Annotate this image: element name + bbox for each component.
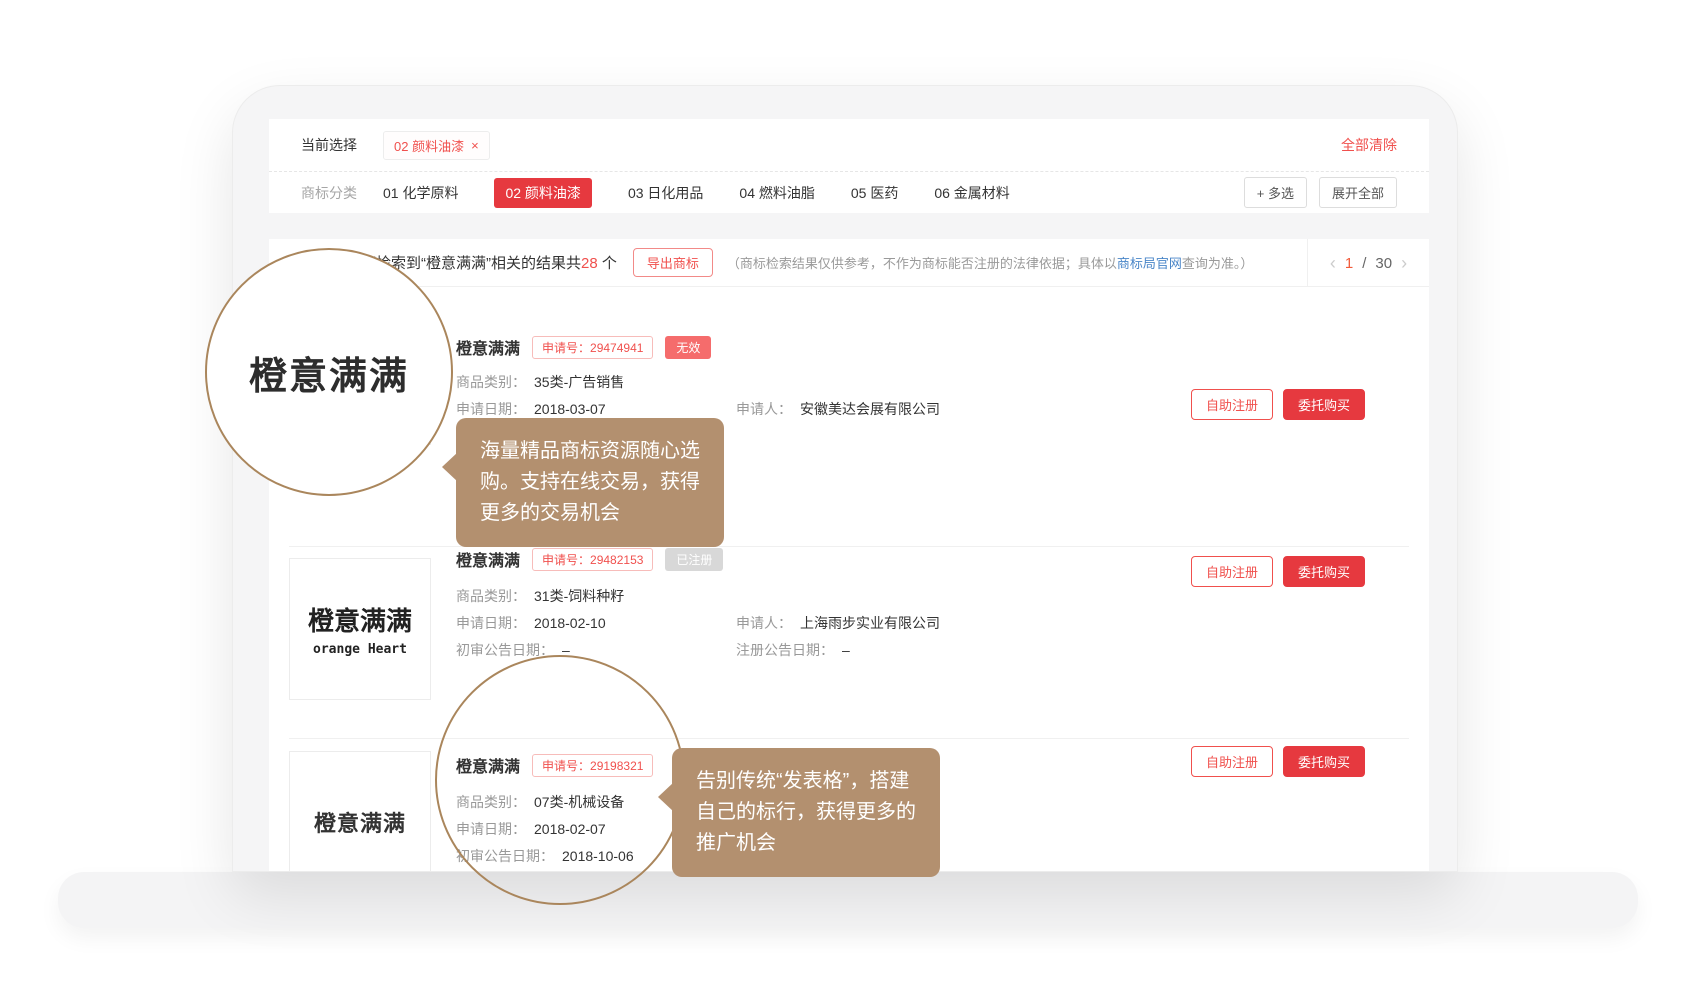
entrust-buy-button[interactable]: 委托购买 xyxy=(1283,746,1365,777)
clear-all-link[interactable]: 全部清除 xyxy=(1341,135,1397,155)
bubble-line: 自己的标行，获得更多的 xyxy=(696,797,916,828)
category-line: 商品类别：35类-广告销售 xyxy=(456,372,624,392)
summary-count: 28 xyxy=(581,255,598,272)
page-total: 30 xyxy=(1375,255,1392,272)
category-item-05[interactable]: 05 医药 xyxy=(851,183,898,203)
row-actions: 自助注册 委托购买 xyxy=(1191,746,1365,777)
trademark-image: 橙意满满 orange Heart xyxy=(289,558,431,700)
trademark-name: 橙意满满 xyxy=(456,547,520,571)
page-separator: / xyxy=(1362,255,1366,272)
status-badge: 已注册 xyxy=(665,548,723,571)
status-badge: 无效 xyxy=(665,336,711,359)
page-current: 1 xyxy=(1345,255,1353,272)
disclaimer-text-1: （商标检索结果仅供参考，不作为商标能否注册的法律依据；具体以 xyxy=(727,256,1117,271)
category-list: 01 化学原料 02 颜料油漆 03 日化用品 04 燃料油脂 05 医药 06… xyxy=(383,178,1010,208)
bubble-line: 海量精品商标资源随心选 xyxy=(480,436,700,467)
results-header: 当前分类下检索到“橙意满满”相关的结果共28 个 导出商标 （商标检索结果仅供参… xyxy=(269,239,1429,287)
filter-panel: 当前选择 02 颜料油漆 × 全部清除 商标分类 01 化学原料 02 颜料油漆… xyxy=(269,119,1429,213)
magnified-trademark-text: 橙意满满 xyxy=(249,345,409,400)
trademark-image-subtext: orange Heart xyxy=(313,642,407,657)
entrust-buy-button[interactable]: 委托购买 xyxy=(1283,389,1365,420)
page: 当前选择 02 颜料油漆 × 全部清除 商标分类 01 化学原料 02 颜料油漆… xyxy=(0,0,1696,1002)
trademark-image-text: 橙意满满 xyxy=(314,806,406,838)
trademark-image: 橙意满满 xyxy=(289,751,431,872)
row-details: 橙意满满 申请号：29474941 无效 商品类别：35类-广告销售 申请日期：… xyxy=(456,335,711,359)
export-trademark-button[interactable]: 导出商标 xyxy=(633,248,713,277)
category-row: 商标分类 01 化学原料 02 颜料油漆 03 日化用品 04 燃料油脂 05 … xyxy=(269,171,1429,213)
application-no-badge: 申请号：29482153 xyxy=(532,548,653,571)
page-next-icon[interactable]: › xyxy=(1401,253,1407,274)
bubble-tail-icon xyxy=(442,452,458,482)
category-item-02-active[interactable]: 02 颜料油漆 xyxy=(494,178,591,208)
application-no-badge: 申请号：29474941 xyxy=(532,336,653,359)
bubble-line: 告别传统“发表格”，搭建 xyxy=(696,766,916,797)
selected-filter-tag-label: 02 颜料油漆 xyxy=(394,136,464,155)
category-item-03[interactable]: 03 日化用品 xyxy=(628,183,703,203)
expand-all-button[interactable]: 展开全部 xyxy=(1319,177,1397,208)
results-disclaimer: （商标检索结果仅供参考，不作为商标能否注册的法律依据；具体以商标局官网查询为准。… xyxy=(727,253,1254,272)
category-line: 商品类别：31类-饲料种籽 xyxy=(456,586,624,606)
self-register-button[interactable]: 自助注册 xyxy=(1191,746,1273,777)
page-prev-icon[interactable]: ‹ xyxy=(1330,253,1336,274)
category-item-04[interactable]: 04 燃料油脂 xyxy=(739,183,814,203)
row-actions: 自助注册 委托购买 xyxy=(1191,389,1365,420)
disclaimer-text-2: 查询为准。） xyxy=(1182,256,1254,271)
applicant-line: 申请人：安徽美达会展有限公司 xyxy=(736,399,940,419)
bubble-line: 推广机会 xyxy=(696,828,916,859)
row-details: 橙意满满 申请号：29482153 已注册 商品类别：31类-饲料种籽 申请日期… xyxy=(456,547,723,571)
trademark-name: 橙意满满 xyxy=(456,335,520,359)
multi-select-button[interactable]: + 多选 xyxy=(1244,177,1307,208)
reg-notice-line: 注册公告日期：– xyxy=(736,640,850,660)
current-selection-row: 当前选择 02 颜料油漆 × 全部清除 xyxy=(269,119,1429,171)
tag-close-icon[interactable]: × xyxy=(471,138,479,153)
magnifier-lens-2 xyxy=(435,655,685,905)
bubble-line: 购。支持在线交易，获得 xyxy=(480,467,700,498)
self-register-button[interactable]: 自助注册 xyxy=(1191,389,1273,420)
trademark-image-text: 橙意满满 xyxy=(308,601,412,638)
summary-suffix: 个 xyxy=(598,255,617,272)
apply-date-line: 申请日期：2018-03-07 申请人：安徽美达会展有限公司 xyxy=(456,399,606,419)
apply-date-line: 申请日期：2018-02-10 申请人：上海雨步实业有限公司 xyxy=(456,613,606,633)
category-tools: + 多选 展开全部 xyxy=(1244,177,1397,208)
magnifier-lens-1: 橙意满满 xyxy=(205,248,453,496)
current-selection-label: 当前选择 xyxy=(301,135,357,155)
row-actions: 自助注册 委托购买 xyxy=(1191,556,1365,587)
entrust-buy-button[interactable]: 委托购买 xyxy=(1283,556,1365,587)
category-item-01[interactable]: 01 化学原料 xyxy=(383,183,458,203)
bubble-tail-icon xyxy=(658,782,674,812)
bubble-line: 更多的交易机会 xyxy=(480,498,700,529)
category-row-label: 商标分类 xyxy=(301,183,357,203)
callout-bubble-2: 告别传统“发表格”，搭建 自己的标行，获得更多的 推广机会 xyxy=(672,748,940,877)
pagination: ‹ 1 / 30 › xyxy=(1307,239,1429,287)
selected-filter-tag[interactable]: 02 颜料油漆 × xyxy=(383,131,490,160)
self-register-button[interactable]: 自助注册 xyxy=(1191,556,1273,587)
trademark-office-link[interactable]: 商标局官网 xyxy=(1117,256,1182,271)
callout-bubble-1: 海量精品商标资源随心选 购。支持在线交易，获得 更多的交易机会 xyxy=(456,418,724,547)
laptop-base xyxy=(58,872,1638,928)
applicant-line: 申请人：上海雨步实业有限公司 xyxy=(736,613,940,633)
category-item-06[interactable]: 06 金属材料 xyxy=(934,183,1009,203)
